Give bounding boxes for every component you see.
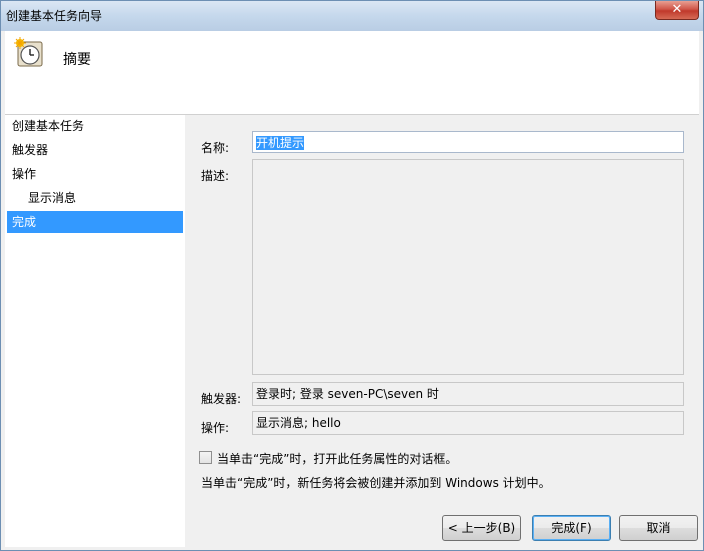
step-finish[interactable]: 完成: [7, 211, 183, 233]
finish-button[interactable]: 完成(F): [532, 515, 611, 541]
open-properties-label[interactable]: 当单击“完成”时，打开此任务属性的对话框。: [217, 450, 457, 467]
wizard-header: 摘要: [5, 31, 699, 115]
step-show-message[interactable]: 显示消息: [7, 187, 183, 209]
window-title: 创建基本任务向导: [6, 9, 103, 23]
step-trigger[interactable]: 触发器: [7, 139, 183, 161]
description-field[interactable]: [252, 159, 684, 375]
step-create-basic-task[interactable]: 创建基本任务: [7, 115, 183, 137]
finish-note: 当单击“完成”时，新任务将会被创建并添加到 Windows 计划中。: [201, 476, 551, 490]
step-action[interactable]: 操作: [7, 163, 183, 185]
back-button[interactable]: < 上一步(B): [442, 515, 521, 541]
summary-panel: 名称: 开机提示 描述: 触发器: 登录时; 登录 seven-PC\seven…: [185, 115, 699, 547]
action-field: 显示消息; hello: [252, 411, 684, 435]
open-properties-checkbox[interactable]: [199, 451, 212, 464]
title-bar[interactable]: 创建基本任务向导 ✕: [1, 1, 703, 31]
name-field[interactable]: 开机提示: [252, 131, 684, 153]
cancel-button[interactable]: 取消: [619, 515, 698, 541]
wizard-window: 创建基本任务向导 ✕ 摘要 创建基本任务 触发器 操作 显示消息 完成 名称: …: [0, 0, 704, 551]
description-label: 描述:: [201, 169, 230, 183]
name-value: 开机提示: [256, 136, 305, 150]
trigger-field: 登录时; 登录 seven-PC\seven 时: [252, 382, 684, 406]
action-label: 操作:: [201, 421, 230, 435]
close-button[interactable]: ✕: [655, 1, 699, 20]
trigger-label: 触发器:: [201, 392, 242, 406]
task-clock-icon: [14, 37, 43, 67]
page-title: 摘要: [63, 52, 91, 68]
name-label: 名称:: [201, 141, 230, 155]
wizard-steps: 创建基本任务 触发器 操作 显示消息 完成: [5, 115, 185, 547]
